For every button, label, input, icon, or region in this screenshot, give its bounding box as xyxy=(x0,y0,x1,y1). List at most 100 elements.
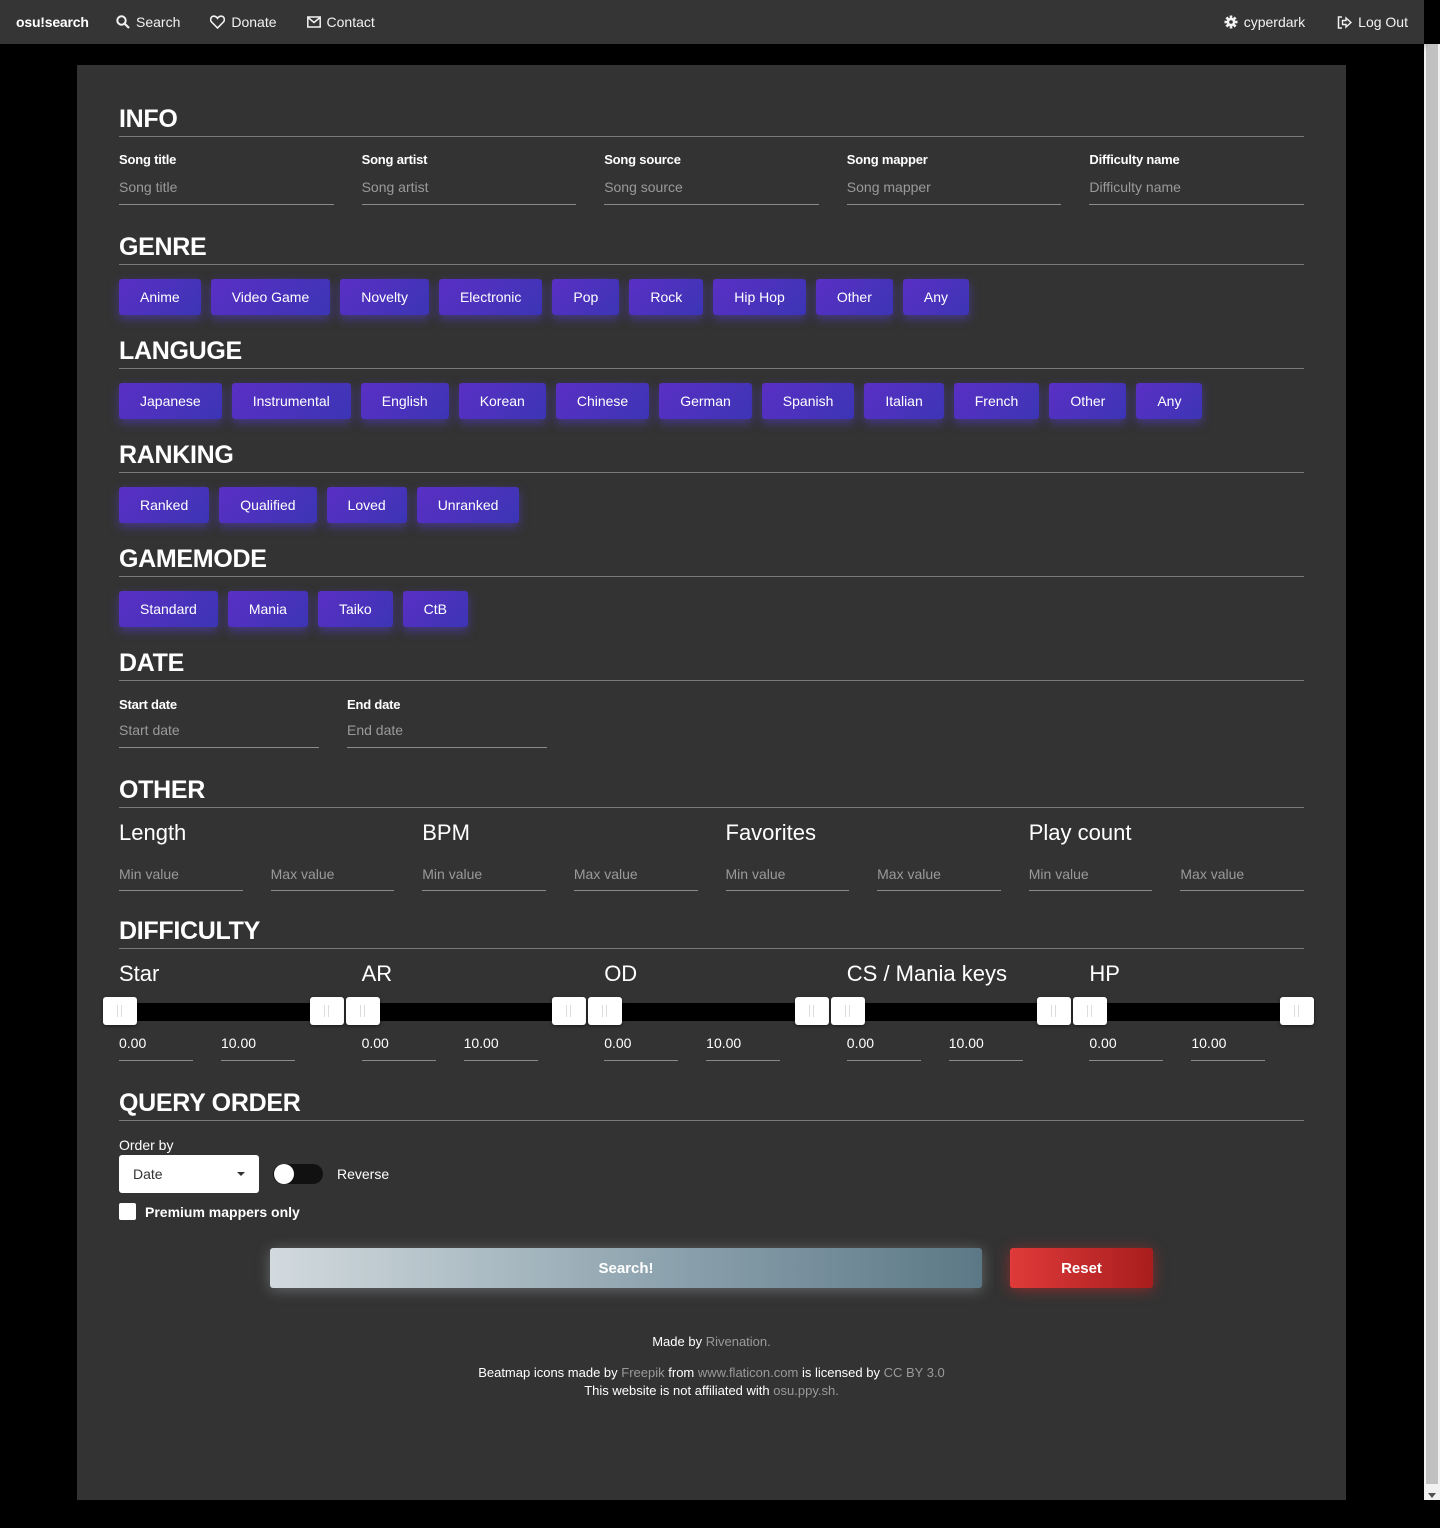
od-max-input[interactable] xyxy=(706,1035,781,1061)
od-max-handle[interactable] xyxy=(794,997,829,1025)
nav-user-settings[interactable]: cyperdark xyxy=(1224,14,1305,30)
gamemode-chips: Standard Mania Taiko CtB xyxy=(119,591,1304,627)
od-range-slider[interactable] xyxy=(588,997,829,1025)
end-date-field: End date xyxy=(347,697,547,748)
song-mapper-input[interactable] xyxy=(846,167,1062,205)
language-chip-english[interactable]: English xyxy=(360,383,449,419)
hp-min-input[interactable] xyxy=(1089,1035,1164,1061)
genre-chip-rock[interactable]: Rock xyxy=(629,279,704,315)
genre-chip-pop[interactable]: Pop xyxy=(552,279,620,315)
star-max-input[interactable] xyxy=(220,1035,295,1061)
genre-chip-hip-hop[interactable]: Hip Hop xyxy=(713,279,806,315)
ar-max-handle[interactable] xyxy=(552,997,587,1025)
cs-range-slider[interactable] xyxy=(830,997,1072,1025)
song-title-field: Song title xyxy=(119,152,334,205)
cs-slider-track[interactable] xyxy=(840,1003,1062,1021)
length-max-input[interactable] xyxy=(270,854,395,891)
end-date-input[interactable] xyxy=(347,712,547,748)
author-link[interactable]: Rivenation. xyxy=(706,1334,771,1349)
nav-search-link[interactable]: Search xyxy=(116,14,180,30)
bpm-min-input[interactable] xyxy=(422,854,546,891)
ar-max-input[interactable] xyxy=(463,1035,538,1061)
play-count-min-input[interactable] xyxy=(1028,854,1153,891)
favorites-min-input[interactable] xyxy=(725,854,850,891)
reset-button[interactable]: Reset xyxy=(1010,1248,1153,1288)
difficulty-name-input[interactable] xyxy=(1089,167,1304,205)
genre-chip-video-game[interactable]: Video Game xyxy=(210,279,331,315)
cs-min-handle[interactable] xyxy=(830,997,865,1025)
brand-logo[interactable]: osu!search xyxy=(0,14,100,30)
cs-max-handle[interactable] xyxy=(1037,997,1072,1025)
favorites-max-input[interactable] xyxy=(877,854,1001,891)
scroll-down-arrow-icon[interactable] xyxy=(1428,1493,1436,1498)
length-min-input[interactable] xyxy=(119,854,243,891)
language-chip-japanese[interactable]: Japanese xyxy=(119,383,222,419)
reverse-toggle[interactable] xyxy=(273,1164,323,1184)
hp-range-slider[interactable] xyxy=(1073,997,1314,1025)
od-slider-track[interactable] xyxy=(598,1003,819,1021)
flaticon-link[interactable]: www.flaticon.com xyxy=(698,1365,798,1380)
ar-group: AR xyxy=(345,961,587,1061)
start-date-input[interactable] xyxy=(119,712,319,748)
osu-site-link[interactable]: osu.ppy.sh. xyxy=(773,1383,839,1398)
language-chip-any[interactable]: Any xyxy=(1136,383,1203,419)
genre-chip-any[interactable]: Any xyxy=(902,279,969,315)
genre-chip-other[interactable]: Other xyxy=(815,279,893,315)
cs-max-input[interactable] xyxy=(948,1035,1023,1061)
language-chip-spanish[interactable]: Spanish xyxy=(761,383,855,419)
ar-range-slider[interactable] xyxy=(345,997,587,1025)
genre-chip-novelty[interactable]: Novelty xyxy=(340,279,429,315)
star-max-handle[interactable] xyxy=(309,997,344,1025)
gamemode-chip-standard[interactable]: Standard xyxy=(119,591,218,627)
cs-min-input[interactable] xyxy=(846,1035,921,1061)
star-min-input[interactable] xyxy=(119,1035,193,1061)
ar-min-input[interactable] xyxy=(361,1035,436,1061)
language-chip-chinese[interactable]: Chinese xyxy=(555,383,650,419)
song-source-input[interactable] xyxy=(604,167,819,205)
ranking-chip-loved[interactable]: Loved xyxy=(326,487,407,523)
ranking-chip-unranked[interactable]: Unranked xyxy=(416,487,520,523)
gamemode-chip-mania[interactable]: Mania xyxy=(227,591,308,627)
language-chip-italian[interactable]: Italian xyxy=(864,383,944,419)
order-by-select[interactable]: Date xyxy=(119,1155,259,1193)
hp-min-handle[interactable] xyxy=(1073,997,1108,1025)
gamemode-chip-ctb[interactable]: CtB xyxy=(402,591,468,627)
play-count-title: Play count xyxy=(1028,820,1132,845)
scrollbar-thumb[interactable] xyxy=(1426,44,1438,1484)
bpm-max-input[interactable] xyxy=(573,854,698,891)
nav-donate-link[interactable]: Donate xyxy=(210,14,277,30)
search-button[interactable]: Search! xyxy=(270,1248,982,1288)
play-count-max-input[interactable] xyxy=(1180,854,1304,891)
hp-slider-track[interactable] xyxy=(1083,1003,1304,1021)
song-artist-input[interactable] xyxy=(361,167,577,205)
language-chip-german[interactable]: German xyxy=(659,383,752,419)
page-scrollbar[interactable] xyxy=(1424,44,1440,1500)
song-title-input[interactable] xyxy=(119,167,334,205)
ar-min-handle[interactable] xyxy=(345,997,380,1025)
license-link[interactable]: CC BY 3.0 xyxy=(884,1365,945,1380)
hp-max-input[interactable] xyxy=(1191,1035,1266,1061)
hp-max-handle[interactable] xyxy=(1279,997,1314,1025)
od-min-input[interactable] xyxy=(604,1035,679,1061)
star-min-handle[interactable] xyxy=(103,997,137,1025)
language-chip-korean[interactable]: Korean xyxy=(458,383,546,419)
ranking-chip-ranked[interactable]: Ranked xyxy=(119,487,210,523)
premium-mappers-checkbox[interactable] xyxy=(119,1203,136,1220)
language-chip-instrumental[interactable]: Instrumental xyxy=(231,383,351,419)
date-fields-row: Start date End date xyxy=(119,697,1304,748)
cs-group: CS / Mania keys xyxy=(830,961,1072,1061)
ar-slider-track[interactable] xyxy=(355,1003,577,1021)
ranking-chip-qualified[interactable]: Qualified xyxy=(219,487,317,523)
freepik-link[interactable]: Freepik xyxy=(621,1365,664,1380)
od-min-handle[interactable] xyxy=(588,997,623,1025)
date-section: DATE Start date End date xyxy=(119,649,1304,748)
language-chip-french[interactable]: French xyxy=(953,383,1040,419)
star-slider-track[interactable] xyxy=(113,1003,334,1021)
gamemode-chip-taiko[interactable]: Taiko xyxy=(317,591,393,627)
language-chip-other[interactable]: Other xyxy=(1049,383,1127,419)
star-range-slider[interactable] xyxy=(103,997,344,1025)
nav-contact-link[interactable]: Contact xyxy=(306,14,375,30)
genre-chip-anime[interactable]: Anime xyxy=(119,279,201,315)
nav-logout-link[interactable]: Log Out xyxy=(1337,14,1408,30)
genre-chip-electronic[interactable]: Electronic xyxy=(438,279,543,315)
